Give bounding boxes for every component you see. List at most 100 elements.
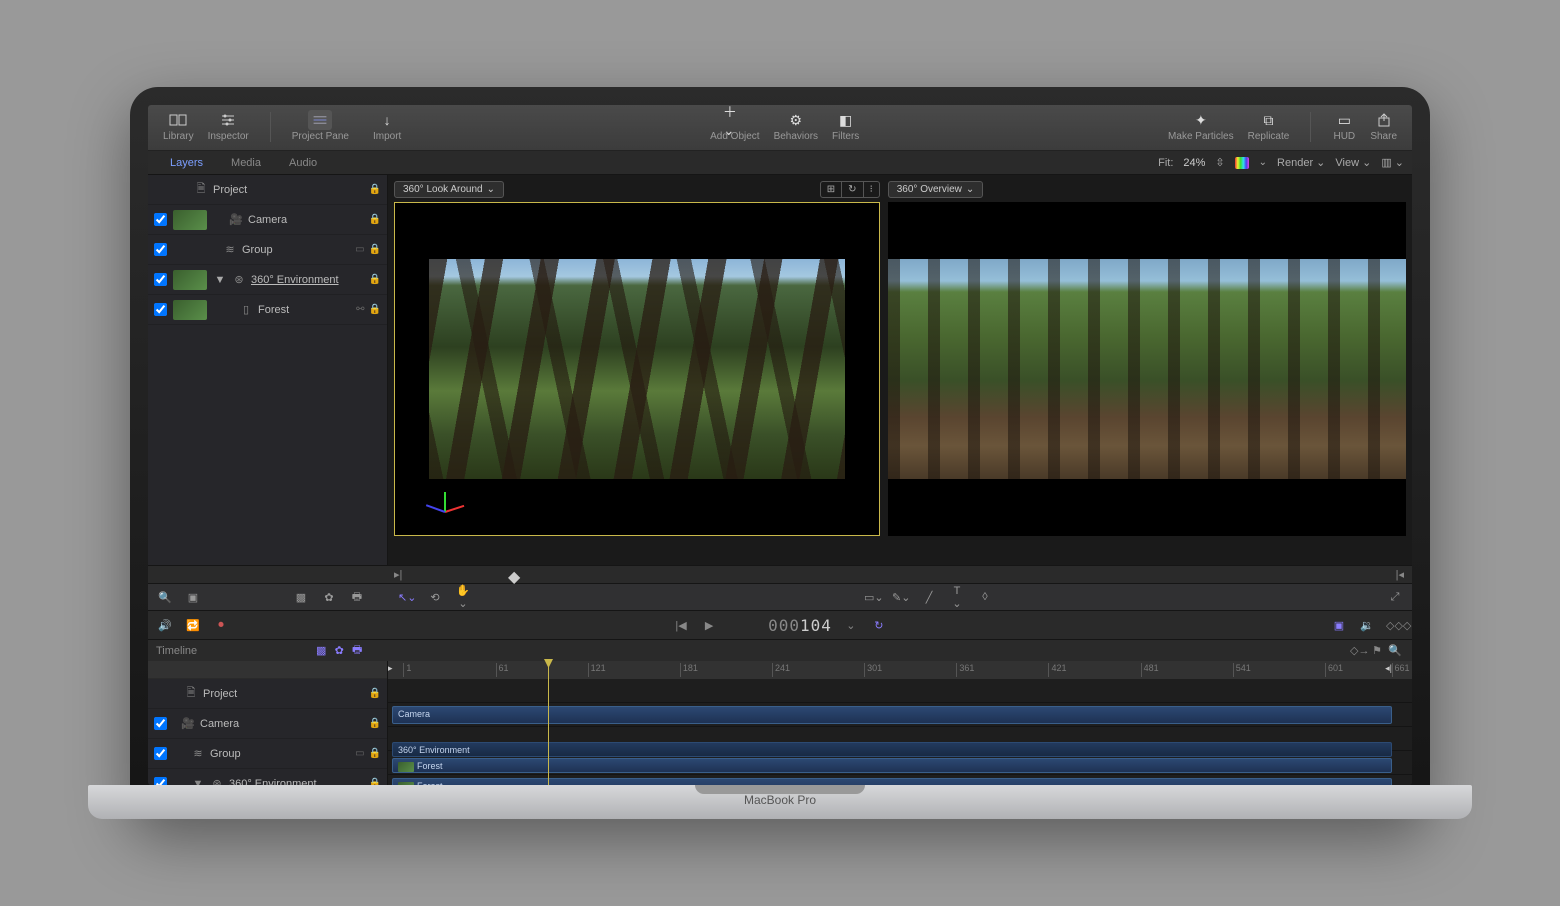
mode-icon[interactable]: ▭ [355, 244, 364, 255]
project-pane-button[interactable]: Project Pane [285, 109, 356, 143]
timecode[interactable]: 000104 [768, 616, 832, 635]
add-object-button[interactable]: ＋ ⌄ Add Object [703, 109, 766, 143]
tl-layer-env[interactable]: ▼⊛360° Environment🔒 [148, 769, 387, 785]
marker-icon[interactable]: ⚑ [1368, 644, 1386, 657]
lock-icon[interactable]: 🔒 [369, 688, 381, 699]
brush-tool[interactable]: ╱ [920, 591, 938, 604]
rect-tool[interactable]: ▭⌄ [864, 591, 882, 604]
view-a-icon[interactable]: ▣ [1330, 619, 1348, 632]
tab-layers[interactable]: Layers [156, 153, 217, 173]
layer-enable-checkbox[interactable] [154, 303, 167, 316]
layout-icon[interactable]: ▥ ⌄ [1381, 156, 1404, 169]
mode-icon[interactable]: ▭ [355, 748, 364, 759]
pointer-tool[interactable]: ↖⌄ [398, 591, 416, 604]
lock-icon[interactable]: 🔒 [369, 718, 381, 729]
layer-enable-checkbox[interactable] [154, 273, 167, 286]
record-icon[interactable]: ⏺ [212, 619, 230, 632]
tl-layer-group[interactable]: ≋Group▭🔒 [148, 739, 387, 769]
tab-media[interactable]: Media [217, 153, 275, 173]
clip-env[interactable]: 360° Environment [392, 742, 1392, 757]
loop-icon[interactable]: 🔁 [184, 619, 202, 632]
layer-enable-checkbox[interactable] [154, 747, 167, 760]
canvas-left[interactable] [394, 202, 880, 536]
lock-icon[interactable]: 🔒 [369, 184, 381, 195]
library-button[interactable]: Library [156, 109, 201, 143]
disclosure-icon[interactable]: ▼ [213, 274, 227, 286]
axis-gizmo[interactable] [425, 481, 465, 521]
render-menu[interactable]: Render ⌄ [1277, 156, 1325, 169]
viewer-mode-left[interactable]: 360° Look Around ⌄ [394, 181, 504, 198]
canvas-right[interactable] [888, 202, 1406, 536]
fit-value[interactable]: 24% [1183, 157, 1205, 169]
tl-layer-camera[interactable]: 🎥Camera🔒 [148, 709, 387, 739]
pen-tool[interactable]: ✎⌄ [892, 591, 910, 604]
viewer-mode-right[interactable]: 360° Overview ⌄ [888, 181, 984, 198]
playhead[interactable] [548, 661, 549, 785]
layer-group[interactable]: ≋Group▭🔒 [148, 235, 387, 265]
lock-icon[interactable]: 🔒 [369, 748, 381, 759]
settings-icon[interactable]: ✿ [320, 591, 338, 604]
behaviors-button[interactable]: ⚙ Behaviors [767, 109, 825, 143]
tl-layer-project[interactable]: 🗎Project🔒 [148, 679, 387, 709]
import-button[interactable]: ↓ Import [366, 109, 408, 143]
make-particles-button[interactable]: ✦ Make Particles [1161, 109, 1241, 143]
snap-icon[interactable]: ◇→ [1350, 644, 1368, 657]
search-icon[interactable]: 🔍 [156, 591, 174, 604]
lock-icon[interactable]: 🔒 [369, 304, 381, 315]
print-icon[interactable]: 🖶 [348, 588, 366, 607]
clip-forest-2[interactable]: Forest [392, 778, 1392, 785]
clip-forest[interactable]: Forest [392, 758, 1392, 773]
timecode-menu[interactable]: ⌄ [842, 619, 860, 632]
layer-enable-checkbox[interactable] [154, 717, 167, 730]
timeline-tracks[interactable]: ▸ 1 61 121 181 241 301 361 421 481 541 6… [388, 661, 1412, 785]
layer-environment[interactable]: ▼⊛360° Environment🔒 [148, 265, 387, 295]
tab-audio[interactable]: Audio [275, 153, 331, 173]
out-point-icon[interactable]: |◂ [1396, 568, 1404, 581]
inspector-button[interactable]: Inspector [201, 109, 256, 143]
tl-print-icon[interactable]: 🖶 [348, 641, 366, 660]
tl-gear-icon[interactable]: ✿ [330, 644, 348, 657]
disclosure-icon[interactable]: ▼ [191, 778, 205, 786]
layer-enable-checkbox[interactable] [154, 213, 167, 226]
layer-enable-checkbox[interactable] [154, 777, 167, 785]
mask-tool[interactable]: ◊ [976, 591, 994, 603]
audio-toggle-icon[interactable]: 🔉 [1358, 619, 1376, 632]
frame-icon[interactable]: ▣ [184, 591, 202, 604]
orbit-tool[interactable]: ⟲ [426, 591, 444, 604]
in-point-icon[interactable]: ▸| [394, 568, 402, 581]
text-tool[interactable]: T ⌄ [948, 585, 966, 610]
layer-project[interactable]: 🗎Project🔒 [148, 175, 387, 205]
out-point-icon[interactable]: ◂| [1385, 663, 1392, 674]
color-swatch-icon[interactable] [1235, 157, 1249, 169]
timeline-ruler[interactable]: ▸ 1 61 121 181 241 301 361 421 481 541 6… [388, 661, 1412, 679]
audio-icon[interactable]: 🔊 [156, 619, 174, 632]
hand-tool[interactable]: ✋⌄ [454, 584, 472, 610]
go-start-icon[interactable]: |◀ [672, 619, 690, 632]
view-menu[interactable]: View ⌄ [1335, 156, 1371, 169]
expand-icon[interactable]: ⤢ [1386, 591, 1404, 604]
play-icon[interactable]: ▶ [700, 619, 718, 632]
layer-enable-checkbox[interactable] [154, 243, 167, 256]
lock-icon[interactable]: 🔒 [369, 778, 381, 785]
playhead-marker[interactable]: ◆ [508, 567, 520, 587]
share-button[interactable]: Share [1363, 109, 1404, 143]
lock-icon[interactable]: 🔒 [369, 244, 381, 255]
layer-forest[interactable]: ▯Forest⚯🔒 [148, 295, 387, 325]
layer-camera[interactable]: 🎥Camera🔒 [148, 205, 387, 235]
refresh-icon[interactable]: ↻ [870, 619, 888, 632]
checker-icon[interactable]: ▩ [292, 591, 310, 604]
in-point-icon[interactable]: ▸ [388, 663, 393, 674]
stepper-icon[interactable]: ⇳ [1215, 156, 1224, 169]
zoom-icon[interactable]: 🔍 [1386, 644, 1404, 657]
tl-checker-icon[interactable]: ▩ [312, 644, 330, 657]
mini-timeline[interactable]: ▸| ◆ |◂ [148, 565, 1412, 583]
lock-icon[interactable]: 🔒 [369, 214, 381, 225]
keyframe-icon[interactable]: ◇◇◇ [1386, 619, 1404, 632]
replicate-button[interactable]: ⧉ Replicate [1241, 109, 1297, 143]
link-icon[interactable]: ⚯ [356, 304, 364, 315]
clip-camera[interactable]: Camera [392, 706, 1392, 724]
viewer-controls[interactable]: ⊞↻⁝ [820, 181, 880, 198]
hud-button[interactable]: ▭ HUD [1325, 109, 1363, 143]
lock-icon[interactable]: 🔒 [369, 274, 381, 285]
filters-button[interactable]: ◧ Filters [825, 109, 866, 143]
